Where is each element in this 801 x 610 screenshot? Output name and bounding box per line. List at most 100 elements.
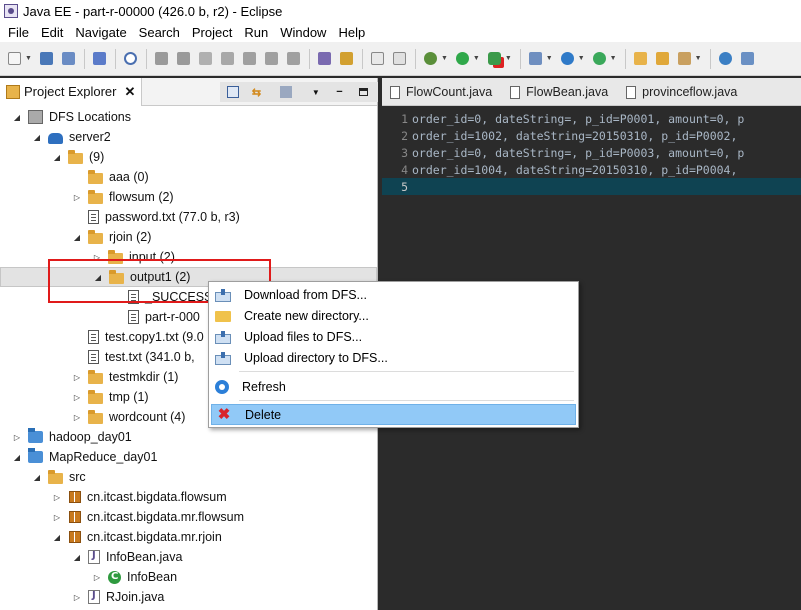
collapse-all-icon[interactable]	[224, 84, 242, 100]
expand-arrow-icon[interactable]: ◢	[12, 112, 22, 122]
collapse-arrow-icon[interactable]: ▷	[72, 412, 82, 422]
expand-arrow-icon[interactable]: ◢	[72, 232, 82, 242]
tree-item[interactable]: ◢ src	[0, 467, 377, 487]
new-web-service-icon[interactable]	[559, 50, 576, 67]
tree-item[interactable]: ◢ rjoin (2)	[0, 227, 377, 247]
menu-item-upload-files[interactable]: Upload files to DFS...	[211, 326, 576, 347]
menu-file[interactable]: File	[2, 25, 35, 40]
menu-project[interactable]: Project	[186, 25, 238, 40]
run-icon[interactable]	[454, 50, 471, 67]
minimize-view-icon[interactable]: −	[331, 84, 349, 100]
expand-arrow-icon[interactable]: ◢	[52, 532, 62, 542]
expand-arrow-icon[interactable]: ◢	[32, 472, 42, 482]
tree-item[interactable]: ▷ hadoop_day01	[0, 427, 377, 447]
debug-dropdown-arrow-icon[interactable]: ▼	[441, 55, 448, 62]
tree-item-label: server2	[69, 130, 111, 144]
use-step-filters-icon[interactable]	[316, 50, 333, 67]
maximize-view-icon[interactable]	[354, 84, 372, 100]
external-tool-dropdown-arrow-icon[interactable]: ▼	[505, 55, 512, 62]
web-browser-icon[interactable]	[369, 50, 386, 67]
resume-icon[interactable]	[153, 50, 170, 67]
expand-arrow-icon[interactable]: ◢	[52, 152, 62, 162]
menu-item-create-new-directory[interactable]: Create new directory...	[211, 305, 576, 326]
tree-item[interactable]: aaa (0)	[0, 167, 377, 187]
java-class-dropdown-arrow-icon[interactable]: ▼	[610, 55, 617, 62]
project-explorer-tab[interactable]: Project Explorer ✕	[0, 77, 143, 106]
expand-arrow-icon[interactable]: ◢	[32, 132, 42, 142]
tree-item[interactable]: ▷ cn.itcast.bigdata.mr.flowsum	[0, 507, 377, 527]
new-java-class-icon[interactable]	[591, 50, 608, 67]
view-menu-icon[interactable]: ▼	[307, 84, 325, 100]
menu-item-delete[interactable]: ✖ Delete	[211, 404, 576, 425]
code-line-text: order_id=1002, dateString=20150310, p_id…	[412, 128, 738, 143]
open-console-icon[interactable]	[91, 50, 108, 67]
editor-tab-flowcount[interactable]: FlowCount.java	[382, 79, 502, 105]
collapse-arrow-icon[interactable]: ▷	[92, 572, 102, 582]
tree-item[interactable]: ▷ InfoBean	[0, 567, 377, 587]
tree-item[interactable]: ◢ server2	[0, 127, 377, 147]
tree-item[interactable]: ◢ MapReduce_day01	[0, 447, 377, 467]
save-icon[interactable]	[38, 50, 55, 67]
expand-arrow-icon[interactable]: ◢	[72, 552, 82, 562]
menu-help[interactable]: Help	[332, 25, 371, 40]
close-view-icon[interactable]: ✕	[124, 84, 135, 100]
open-task-icon[interactable]	[654, 50, 671, 67]
menu-item-download-from-dfs[interactable]: Download from DFS...	[211, 284, 576, 305]
new-server-icon[interactable]	[527, 50, 544, 67]
disconnect-icon[interactable]	[219, 50, 236, 67]
skip-breakpoints-icon[interactable]	[122, 50, 139, 67]
debug-icon[interactable]	[422, 50, 439, 67]
menu-run[interactable]: Run	[238, 25, 274, 40]
open-type-icon[interactable]	[632, 50, 649, 67]
tree-item-label: InfoBean.java	[106, 550, 183, 564]
menu-window[interactable]: Window	[274, 25, 332, 40]
link-with-editor-icon[interactable]: ⇆	[248, 84, 266, 100]
view-filter-icon[interactable]	[277, 84, 295, 100]
run-dropdown-arrow-icon[interactable]: ▼	[473, 55, 480, 62]
tree-item[interactable]: ◢ (9)	[0, 147, 377, 167]
text-editor[interactable]: 1 order_id=0, dateString=, p_id=P0001, a…	[382, 106, 801, 195]
tree-item[interactable]: ◢ cn.itcast.bigdata.mr.rjoin	[0, 527, 377, 547]
editor-tab-flowbean[interactable]: FlowBean.java	[502, 79, 618, 105]
collapse-arrow-icon[interactable]: ▷	[52, 492, 62, 502]
expand-arrow-icon[interactable]: ◢	[12, 452, 22, 462]
brush-dropdown-arrow-icon[interactable]: ▼	[695, 55, 702, 62]
new-icon[interactable]	[6, 50, 23, 67]
new-dropdown-arrow-icon[interactable]: ▼	[25, 55, 32, 62]
collapse-arrow-icon[interactable]: ▷	[72, 372, 82, 382]
step-over-icon[interactable]	[263, 50, 280, 67]
menu-edit[interactable]: Edit	[35, 25, 69, 40]
menu-item-label: Upload files to DFS...	[244, 329, 363, 344]
run-external-tool-icon[interactable]	[486, 50, 503, 67]
tree-item[interactable]: password.txt (77.0 b, r3)	[0, 207, 377, 227]
menu-item-upload-directory[interactable]: Upload directory to DFS...	[211, 347, 576, 368]
globe-icon[interactable]	[717, 50, 734, 67]
search-tool-icon[interactable]	[739, 50, 756, 67]
tree-item[interactable]: ▷ flowsum (2)	[0, 187, 377, 207]
menu-item-refresh[interactable]: Refresh	[211, 376, 576, 397]
new-server-dropdown-arrow-icon[interactable]: ▼	[546, 55, 553, 62]
collapse-arrow-icon[interactable]: ▷	[72, 592, 82, 602]
collapse-arrow-icon[interactable]: ▷	[12, 432, 22, 442]
project-explorer-title: Project Explorer	[24, 84, 117, 99]
save-all-icon[interactable]	[60, 50, 77, 67]
step-return-icon[interactable]	[285, 50, 302, 67]
editor-tab-provinceflow[interactable]: provinceflow.java	[618, 79, 747, 105]
collapse-arrow-icon[interactable]: ▷	[72, 192, 82, 202]
tree-item[interactable]: ◢ InfoBean.java	[0, 547, 377, 567]
brush-icon[interactable]	[676, 50, 693, 67]
web-service-dropdown-arrow-icon[interactable]: ▼	[578, 55, 585, 62]
menu-search[interactable]: Search	[133, 25, 186, 40]
collapse-arrow-icon[interactable]: ▷	[72, 392, 82, 402]
step-into-icon[interactable]	[241, 50, 258, 67]
menu-navigate[interactable]: Navigate	[69, 25, 132, 40]
collapse-arrow-icon[interactable]: ▷	[52, 512, 62, 522]
show-whitespace-icon[interactable]	[391, 50, 408, 67]
tree-item[interactable]: ▷ RJoin.java	[0, 587, 377, 607]
drop-to-frame-icon[interactable]	[338, 50, 355, 67]
tree-item[interactable]: ◢ DFS Locations	[0, 107, 377, 127]
suspend-icon[interactable]	[175, 50, 192, 67]
terminate-icon[interactable]	[197, 50, 214, 67]
tree-item[interactable]: ▷ cn.itcast.bigdata.flowsum	[0, 487, 377, 507]
